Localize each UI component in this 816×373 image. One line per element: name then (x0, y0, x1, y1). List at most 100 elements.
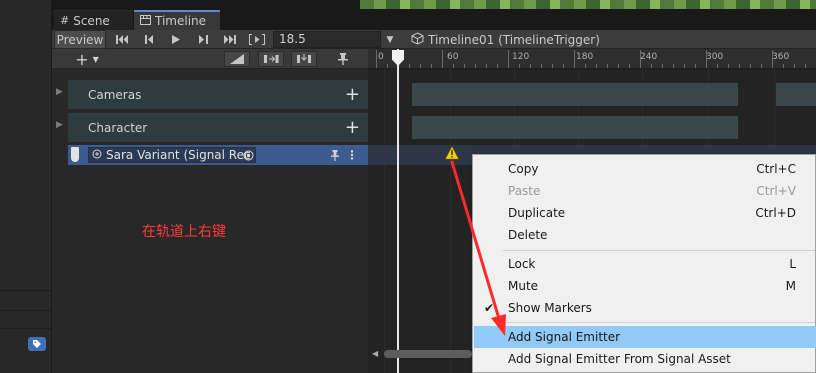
menu-item-lock[interactable]: Lock L (474, 253, 816, 275)
pin-icon[interactable] (335, 51, 351, 67)
timeline-asset-selector[interactable]: Timeline01 (TimelineTrigger) (411, 30, 600, 49)
replace-mode-button[interactable] (291, 51, 317, 67)
menu-item-shortcut: Ctrl+D (755, 206, 796, 220)
timeline-icon (140, 14, 151, 28)
ruler-tick (596, 64, 597, 68)
frame-field[interactable]: 18.5 (273, 31, 381, 48)
preview-button[interactable]: Preview (54, 30, 106, 49)
ruler-tick (783, 64, 784, 68)
go-to-end-button[interactable] (218, 30, 242, 49)
ruler-label: 120 (512, 52, 530, 62)
ruler-tick (431, 64, 432, 68)
ruler-label: 0 (378, 52, 384, 62)
menu-item-add-signal-emitter[interactable]: Add Signal Emitter (474, 326, 816, 348)
ruler-tick (552, 64, 553, 68)
pin-icon[interactable] (328, 147, 342, 163)
track-clip[interactable] (412, 116, 738, 139)
ruler-tick (607, 64, 608, 68)
scrollbar-thumb[interactable] (384, 350, 472, 358)
ripple-mode-button[interactable] (258, 51, 284, 67)
expand-arrow-icon[interactable]: ▶ (56, 87, 63, 97)
playhead-line[interactable] (397, 49, 399, 373)
go-to-start-button[interactable] (110, 30, 134, 49)
add-track-button[interactable]: + ▼ (70, 50, 104, 69)
ruler-tick (629, 64, 630, 68)
ruler-tick (728, 64, 729, 68)
ruler-tick (717, 64, 718, 68)
menu-item-show-markers[interactable]: ✔ Show Markers (474, 297, 816, 319)
cube-icon (411, 31, 424, 48)
tab-label: Timeline (155, 14, 207, 28)
menu-item-label: Add Signal Emitter (508, 330, 621, 344)
menu-item-label: Show Markers (508, 301, 592, 315)
warning-icon[interactable] (445, 145, 459, 160)
menu-item-shortcut: Ctrl+C (756, 162, 796, 176)
track-label: Character (88, 120, 148, 135)
ruler-tick (453, 64, 454, 68)
ruler-tick (706, 50, 707, 68)
menu-item-delete[interactable]: Delete (474, 224, 816, 246)
menu-item-add-signal-emitter-from-asset[interactable]: Add Signal Emitter From Signal Asset (474, 348, 816, 370)
expand-arrow-icon[interactable]: ▶ (56, 120, 63, 130)
ruler-tick (640, 50, 641, 68)
ruler-tick (761, 64, 762, 68)
ruler-tick (376, 50, 377, 68)
tab-label: Scene (73, 13, 110, 28)
panel-divider (0, 328, 52, 329)
ruler-tick (772, 50, 773, 68)
tab-scene[interactable]: # Scene (54, 10, 133, 30)
track-clip[interactable] (776, 83, 816, 106)
ruler-tick (486, 64, 487, 68)
menu-item-copy[interactable]: Copy Ctrl+C (474, 158, 816, 180)
track-label: Cameras (88, 87, 142, 102)
previous-frame-button[interactable] (137, 30, 161, 49)
ruler-tick (695, 64, 696, 68)
plus-icon[interactable]: + (345, 84, 360, 105)
panel-divider (0, 310, 52, 311)
time-ruler[interactable]: 0 60 120 180 240 300 360 (368, 49, 816, 69)
next-frame-button[interactable] (191, 30, 215, 49)
ruler-tick (805, 64, 806, 68)
edit-mode-button[interactable] (224, 51, 250, 67)
ruler-tick (409, 64, 410, 68)
track-clip[interactable] (412, 83, 738, 106)
track-cameras[interactable]: Cameras + (68, 80, 368, 109)
ruler-tick (508, 50, 509, 68)
horizontal-scrollbar[interactable]: ◀ (372, 348, 472, 360)
asset-label: Timeline01 (TimelineTrigger) (428, 32, 600, 47)
tab-timeline[interactable]: Timeline (134, 10, 220, 30)
tag-icon[interactable] (28, 337, 46, 351)
chevron-down-icon: ▼ (92, 54, 99, 64)
menu-item-duplicate[interactable]: Duplicate Ctrl+D (474, 202, 816, 224)
ruler-tick (662, 64, 663, 68)
more-options-icon[interactable]: ⋮ (346, 147, 358, 163)
signal-receiver-icon (92, 149, 102, 162)
ruler-tick (618, 64, 619, 68)
menu-item-label: Duplicate (508, 206, 566, 220)
ruler-tick (541, 64, 542, 68)
ruler-tick (684, 64, 685, 68)
menu-item-mute[interactable]: Mute M (474, 275, 816, 297)
scroll-left-icon[interactable]: ◀ (372, 349, 378, 358)
ruler-tick (574, 50, 575, 68)
menu-separator (503, 250, 815, 251)
ruler-tick (651, 64, 652, 68)
object-picker-icon[interactable] (241, 148, 255, 162)
plus-icon[interactable]: + (345, 117, 360, 138)
menu-item-paste[interactable]: Paste Ctrl+V (474, 180, 816, 202)
play-range-button[interactable] (245, 30, 269, 49)
ruler-tick (794, 64, 795, 68)
chevron-down-icon[interactable]: ▼ (382, 31, 398, 48)
ruler-tick (464, 64, 465, 68)
ruler-label: 300 (706, 52, 724, 62)
menu-item-shortcut: Ctrl+V (756, 184, 796, 198)
checkmark-icon: ✔ (484, 301, 495, 315)
play-button[interactable] (164, 30, 188, 49)
ruler-tick (497, 64, 498, 68)
track-color-swatch (71, 147, 79, 162)
menu-item-label: Add Signal Emitter From Signal Asset (508, 352, 731, 366)
ruler-label: 60 (447, 52, 459, 62)
signal-receiver-field[interactable]: Sara Variant (Signal Rec (88, 147, 256, 163)
ruler-label: 180 (576, 52, 594, 62)
track-character[interactable]: Character + (68, 113, 368, 142)
